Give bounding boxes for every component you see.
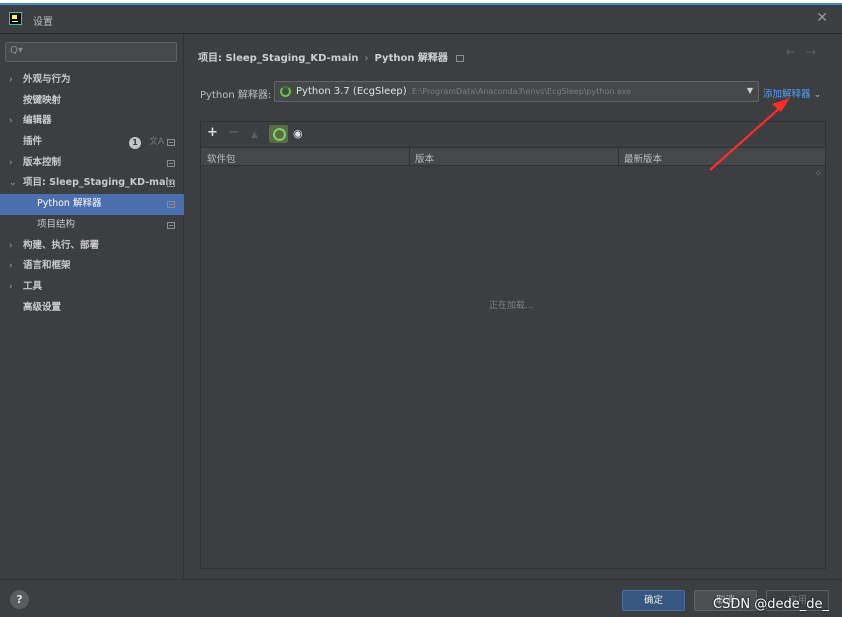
project-scope-icon xyxy=(455,54,464,62)
close-icon[interactable]: ✕ xyxy=(816,10,828,26)
forward-arrow-icon[interactable]: → xyxy=(806,45,826,59)
sidebar-item-editor[interactable]: › 编辑器 xyxy=(0,111,184,132)
add-package-icon[interactable]: + xyxy=(207,125,218,141)
back-arrow-icon[interactable]: ← xyxy=(786,45,806,59)
search-input[interactable]: Q▾ xyxy=(5,42,177,62)
breadcrumb: 项目: Sleep_Staging_KD-main › Python 解释器 xyxy=(198,49,464,64)
sidebar-item-python-interpreter[interactable]: Python 解释器 xyxy=(0,194,184,215)
sidebar-item-project[interactable]: ⌄ 项目: Sleep_Staging_KD-main xyxy=(0,173,184,194)
history-nav: ←→ xyxy=(786,45,826,59)
sidebar-item-label: 高级设置 xyxy=(23,301,62,313)
interpreter-select[interactable]: Python 3.7 (EcgSleep) E:\ProgramData\Ana… xyxy=(274,81,759,102)
packages-toolbar: + − ▲ ◉ xyxy=(201,122,825,146)
interpreter-label: Python 解释器: xyxy=(200,90,272,101)
breadcrumb-page: Python 解释器 xyxy=(374,53,448,64)
column-divider[interactable] xyxy=(409,148,410,167)
project-scope-icon xyxy=(167,159,175,167)
interpreter-value: Python 3.7 (EcgSleep) E:\ProgramData\Ana… xyxy=(296,86,631,97)
interpreter-name: Python 3.7 (EcgSleep) xyxy=(296,86,407,97)
settings-sidebar: Q▾ › 外观与行为 按键映射 › 编辑器 插件 1 文A › 版本控制 ⌄ 项… xyxy=(0,34,184,579)
search-icon: Q▾ xyxy=(10,45,23,56)
expand-arrow-icon[interactable]: › xyxy=(9,111,13,132)
project-scope-icon xyxy=(167,221,175,229)
show-early-releases-icon[interactable]: ◉ xyxy=(293,126,303,142)
settings-content: 项目: Sleep_Staging_KD-main › Python 解释器 ←→ … xyxy=(185,34,842,579)
sidebar-item-build-execution[interactable]: › 构建、执行、部署 xyxy=(0,236,184,257)
pycharm-logo-icon xyxy=(9,12,22,25)
column-header-package[interactable]: 软件包 xyxy=(207,151,236,165)
sidebar-item-label: Python 解释器 xyxy=(37,198,102,210)
update-count-badge: 1 xyxy=(129,137,141,150)
sidebar-item-project-structure[interactable]: 项目结构 xyxy=(0,215,184,236)
title-bar: 设置 ✕ xyxy=(0,5,842,34)
translate-icon: 文A xyxy=(149,137,165,148)
packages-table-header: 软件包 版本 最新版本 xyxy=(201,147,825,167)
chevron-down-icon: ⌄ xyxy=(813,89,822,100)
column-header-latest[interactable]: 最新版本 xyxy=(624,151,662,165)
help-icon[interactable]: ? xyxy=(10,590,29,609)
settings-nav: › 外观与行为 按键映射 › 编辑器 插件 1 文A › 版本控制 ⌄ 项目: … xyxy=(0,70,184,318)
column-divider[interactable] xyxy=(618,148,619,167)
project-scope-icon xyxy=(167,180,175,188)
sidebar-item-label: 构建、执行、部署 xyxy=(23,239,100,251)
sidebar-item-label: 编辑器 xyxy=(23,115,52,127)
sidebar-item-plugins[interactable]: 插件 1 文A xyxy=(0,132,184,153)
loading-spinner-icon: ⁘ xyxy=(814,169,822,179)
expand-arrow-icon[interactable]: › xyxy=(9,153,13,174)
expand-arrow-icon[interactable]: › xyxy=(9,256,13,277)
sidebar-item-version-control[interactable]: › 版本控制 xyxy=(0,153,184,174)
expand-arrow-icon[interactable]: › xyxy=(9,70,13,91)
breadcrumb-project[interactable]: 项目: Sleep_Staging_KD-main xyxy=(198,53,359,64)
interpreter-path: E:\ProgramData\Anaconda3\envs\EcgSleep\p… xyxy=(411,87,632,96)
sidebar-item-label: 语言和框架 xyxy=(23,260,71,272)
expand-arrow-icon[interactable]: › xyxy=(9,236,13,257)
remove-package-icon[interactable]: − xyxy=(228,125,239,141)
settings-window: 设置 ✕ Q▾ › 外观与行为 按键映射 › 编辑器 插件 1 文A › 版本控… xyxy=(0,3,842,617)
add-interpreter-label: 添加解释器 xyxy=(763,89,811,100)
refresh-icon[interactable] xyxy=(269,125,288,143)
sidebar-item-languages[interactable]: › 语言和框架 xyxy=(0,256,184,277)
ok-button[interactable]: 确定 xyxy=(622,590,685,611)
sidebar-item-tools[interactable]: › 工具 xyxy=(0,277,184,298)
sidebar-item-label: 版本控制 xyxy=(23,156,62,168)
sidebar-item-advanced[interactable]: 高级设置 xyxy=(0,298,184,319)
loading-status: 正在加载... xyxy=(489,301,534,311)
csdn-watermark: CSDN @dede_de_ xyxy=(713,597,829,612)
collapse-arrow-icon[interactable]: ⌄ xyxy=(9,173,17,194)
project-scope-icon xyxy=(167,201,175,209)
project-scope-icon xyxy=(167,139,175,147)
sidebar-item-label: 按键映射 xyxy=(23,94,62,106)
sidebar-item-keymap[interactable]: 按键映射 xyxy=(0,91,184,112)
expand-arrow-icon[interactable]: › xyxy=(9,277,13,298)
sidebar-item-label: 项目结构 xyxy=(37,218,76,230)
sidebar-item-label: 插件 xyxy=(23,136,43,148)
column-header-version[interactable]: 版本 xyxy=(415,151,434,165)
upgrade-package-icon[interactable]: ▲ xyxy=(251,127,258,143)
sidebar-item-label: 工具 xyxy=(23,280,43,292)
add-interpreter-link[interactable]: 添加解释器 ⌄ xyxy=(763,86,821,100)
sidebar-item-label: 外观与行为 xyxy=(23,74,71,85)
packages-table: ⁘ 正在加载... xyxy=(201,167,825,568)
dropdown-arrow-icon[interactable]: ▼ xyxy=(747,86,753,95)
dialog-footer: ? 确定 取消 应用 CSDN @dede_de_ xyxy=(0,579,842,617)
sidebar-item-label: 项目: Sleep_Staging_KD-main xyxy=(23,177,176,189)
breadcrumb-separator: › xyxy=(364,53,369,64)
window-title: 设置 xyxy=(33,17,53,28)
packages-panel: + − ▲ ◉ 软件包 版本 最新版本 ⁘ 正在加载... xyxy=(200,121,826,569)
sidebar-item-appearance[interactable]: › 外观与行为 xyxy=(0,70,184,91)
loading-spinner-icon xyxy=(280,86,291,97)
